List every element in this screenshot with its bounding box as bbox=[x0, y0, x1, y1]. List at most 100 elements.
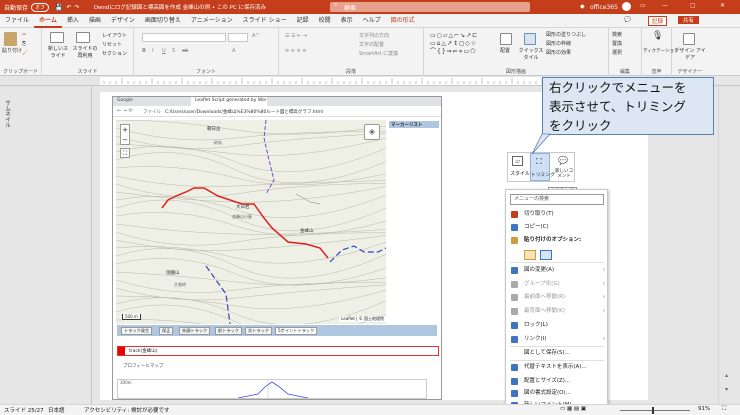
new-slide-icon[interactable] bbox=[50, 32, 64, 43]
menu-item-copy[interactable]: コピー(C) bbox=[506, 222, 609, 233]
tab-record[interactable]: 記録 bbox=[292, 14, 314, 28]
menu-item-lock[interactable]: ロック(L) bbox=[506, 320, 609, 331]
font-grow-icon[interactable]: A^ bbox=[252, 33, 260, 40]
menu-search-input[interactable]: メニューの検索 bbox=[510, 194, 604, 205]
copy-icon[interactable]: ⎘ bbox=[22, 41, 26, 48]
shape-outline-button[interactable]: 図形の枠線 bbox=[546, 41, 571, 48]
maximize-icon[interactable]: ▢ bbox=[690, 2, 696, 9]
close-icon[interactable]: ✕ bbox=[720, 2, 725, 9]
undo-icon[interactable]: ↶ bbox=[67, 4, 72, 11]
align-text-button[interactable]: 文字の配置 bbox=[359, 42, 384, 49]
reset-button[interactable]: リセット bbox=[102, 42, 122, 49]
reuse-slide-icon[interactable] bbox=[76, 32, 90, 43]
tab-transitions[interactable]: 画面切り替え bbox=[140, 14, 186, 28]
tab-help[interactable]: ヘルプ bbox=[358, 14, 386, 28]
menu-item-cut[interactable]: 切り取り(T) bbox=[506, 209, 609, 220]
menu-item-save-as-picture[interactable]: 図として保存(S)... bbox=[506, 348, 609, 359]
shadow-button[interactable]: S bbox=[172, 48, 175, 55]
arrange-icon[interactable] bbox=[500, 33, 512, 45]
tab-home[interactable]: ホーム bbox=[34, 14, 62, 28]
avatar[interactable] bbox=[622, 2, 631, 11]
diamond-icon[interactable]: ◆ bbox=[580, 3, 585, 10]
font-family-select[interactable] bbox=[142, 33, 226, 42]
status-bar: スライド 25/27 日本語 アクセシビリティ: 検討が必要です ▭ ▦ ▤ ▣… bbox=[0, 404, 740, 415]
copy-icon bbox=[511, 224, 518, 231]
bold-button[interactable]: B bbox=[142, 48, 146, 55]
quick-styles-icon[interactable] bbox=[524, 33, 536, 45]
designer-icon[interactable] bbox=[683, 33, 695, 45]
tab-animations[interactable]: アニメーション bbox=[186, 14, 238, 28]
scroll-up-icon[interactable]: ▴ bbox=[725, 372, 728, 379]
zoom-level[interactable]: 91% bbox=[698, 406, 710, 412]
tab-file[interactable]: ファイル bbox=[0, 14, 34, 28]
tab-design[interactable]: デザイン bbox=[106, 14, 140, 28]
autosave-toggle[interactable]: オフ bbox=[31, 2, 50, 12]
align-icon[interactable]: ≡ ≡ ≡ ≡ bbox=[285, 48, 307, 55]
paste-picture-icon[interactable] bbox=[540, 250, 552, 260]
save-icon[interactable]: 💾 bbox=[55, 4, 62, 11]
new-comment-icon[interactable]: 💬 bbox=[558, 156, 568, 165]
shape-fill-button[interactable]: 図形の塗りつぶし bbox=[546, 32, 586, 39]
account-name[interactable]: office365 bbox=[590, 4, 618, 11]
menu-item-change-picture[interactable]: 図の変更(A) › bbox=[506, 265, 609, 276]
designer-group: デザイン アイデア デザイナー bbox=[672, 28, 708, 76]
language-indicator[interactable]: 日本語 bbox=[48, 406, 65, 414]
new-comment-button[interactable]: 新しいコメント bbox=[553, 169, 575, 179]
paste-options-icon bbox=[511, 237, 518, 244]
shape-effects-button[interactable]: 図形の効果 bbox=[546, 50, 571, 57]
style-icon[interactable]: ▱ bbox=[512, 156, 523, 166]
smartart-button[interactable]: SmartArt に変換 bbox=[359, 51, 398, 58]
select-button[interactable]: 選択 bbox=[612, 50, 622, 57]
view-icons[interactable]: ▭ ▦ ▤ ▣ bbox=[560, 406, 586, 412]
fit-slide-icon[interactable]: ⛶ bbox=[722, 405, 726, 413]
ribbon-display-icon[interactable]: ▭ bbox=[640, 2, 646, 9]
tab-review[interactable]: 校閲 bbox=[314, 14, 336, 28]
new-slide-button[interactable]: 新しいスライド bbox=[46, 46, 70, 60]
paste-button[interactable]: 貼り付け bbox=[2, 48, 22, 55]
reuse-slides-button[interactable]: スライドの再利用 bbox=[72, 46, 98, 60]
paste-icon[interactable] bbox=[4, 32, 17, 46]
search-box[interactable]: ⌕ 検索 bbox=[330, 1, 530, 12]
paste-keep-icon[interactable] bbox=[524, 250, 536, 260]
minimize-icon[interactable]: — bbox=[662, 2, 668, 9]
redo-icon[interactable]: ↷ bbox=[75, 4, 80, 11]
zoom-slider[interactable] bbox=[620, 410, 690, 411]
format-painter-icon[interactable]: 🖌 bbox=[22, 50, 28, 57]
microphone-icon[interactable]: 🎙 bbox=[652, 32, 663, 41]
font-size-select[interactable] bbox=[228, 33, 248, 42]
italic-button[interactable]: I bbox=[152, 48, 153, 55]
font-color-button[interactable]: A bbox=[232, 48, 235, 55]
tab-slideshow[interactable]: スライド ショー bbox=[238, 14, 292, 28]
quick-styles-button[interactable]: クイックスタイル bbox=[518, 48, 544, 62]
menu-item-paste-options[interactable]: 貼り付けのオプション: bbox=[506, 235, 609, 246]
zoom-slider-thumb[interactable] bbox=[651, 407, 654, 414]
tab-picture-format[interactable]: 図の形式 bbox=[386, 14, 420, 28]
accessibility-status[interactable]: アクセシビリティ: 検討が必要です bbox=[84, 406, 170, 414]
tab-insert[interactable]: 挿入 bbox=[62, 14, 84, 28]
layout-button[interactable]: レイアウト bbox=[102, 33, 127, 40]
menu-item-link[interactable]: リンク(I) › bbox=[506, 334, 609, 345]
design-ideas-button[interactable]: デザイン アイデア bbox=[674, 48, 706, 62]
tab-draw[interactable]: 描画 bbox=[84, 14, 106, 28]
menu-item-format-picture[interactable]: 図の書式設定(O)... bbox=[506, 388, 609, 399]
bullets-icon[interactable]: ☰ ☰ ⇤ ⇥ bbox=[285, 33, 307, 40]
arrange-button[interactable]: 配置 bbox=[500, 48, 510, 55]
text-direction-button[interactable]: 文字列の方向 bbox=[359, 33, 389, 40]
menu-item-size-position[interactable]: 配置とサイズ(Z)... bbox=[506, 376, 609, 387]
trim-button[interactable]: トリミング bbox=[531, 171, 555, 178]
underline-button[interactable]: U bbox=[162, 48, 166, 55]
shapes-gallery[interactable]: ▭○▱△⌐↘↗⊏ ▭⌂△↗↕◻◇☆ ⌒{}⇒⇐⋄▭⬠ bbox=[430, 32, 494, 58]
style-button[interactable]: スタイル bbox=[510, 170, 530, 177]
record-button[interactable]: 記録 bbox=[648, 16, 668, 26]
comment-icon[interactable]: 💬 bbox=[624, 17, 631, 23]
share-button[interactable]: 共有 bbox=[678, 16, 700, 24]
section-button[interactable]: セクション bbox=[102, 51, 127, 58]
scroll-down-icon[interactable]: ▾ bbox=[725, 386, 728, 393]
cut-icon[interactable]: ✂ bbox=[22, 32, 26, 39]
strikethrough-button[interactable]: ab bbox=[182, 48, 188, 55]
find-button[interactable]: 検索 bbox=[612, 32, 622, 39]
tab-view[interactable]: 表示 bbox=[336, 14, 358, 28]
replace-button[interactable]: 置換 bbox=[612, 41, 622, 48]
right-scroll-area[interactable]: ▴ ▾ bbox=[718, 86, 740, 404]
menu-item-alt-text[interactable]: 代替テキストを表示(A)... bbox=[506, 362, 609, 373]
